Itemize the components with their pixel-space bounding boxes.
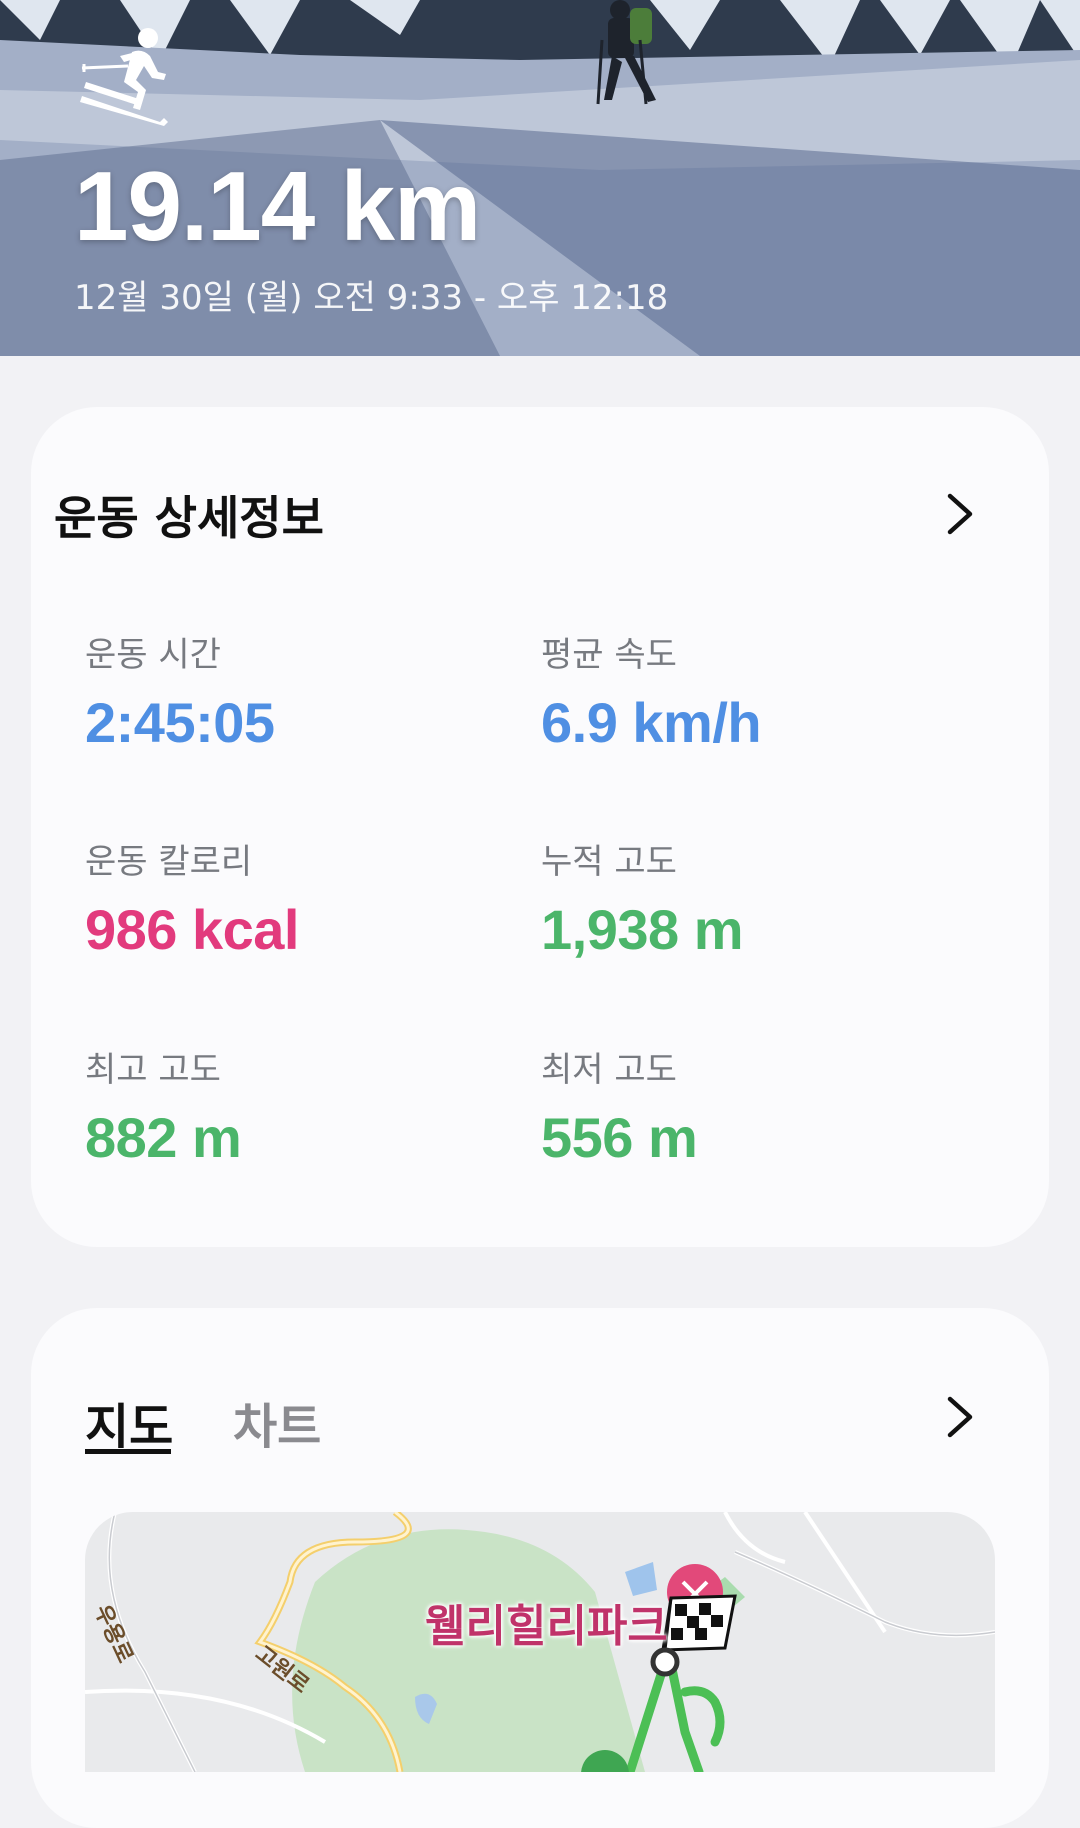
stat-label: 평균 속도 bbox=[541, 635, 677, 675]
chevron-right-icon[interactable] bbox=[940, 490, 980, 538]
finish-flag-icon bbox=[661, 1594, 737, 1652]
stat-min-elevation: 최저 고도 556 m bbox=[541, 1042, 698, 1170]
stat-value: 882 m bbox=[85, 1106, 242, 1169]
stat-label: 누적 고도 bbox=[541, 842, 677, 882]
skier-icon bbox=[80, 28, 168, 126]
stat-max-elevation: 최고 고도 882 m bbox=[85, 1042, 242, 1170]
stat-value: 2:45:05 bbox=[85, 691, 275, 754]
workout-details-title: 운동 상세정보 bbox=[54, 491, 324, 545]
stat-value: 986 kcal bbox=[85, 898, 299, 961]
stat-calories: 운동 칼로리 986 kcal bbox=[85, 834, 299, 962]
stat-label: 최고 고도 bbox=[85, 1050, 221, 1090]
stat-average-speed: 평균 속도 6.9 km/h bbox=[541, 627, 762, 755]
stat-label: 최저 고도 bbox=[541, 1050, 677, 1090]
stat-value: 1,938 m bbox=[541, 898, 744, 961]
hero-banner: 19.14 km 12월 30일 (월) 오전 9:33 - 오후 12:18 bbox=[0, 0, 1080, 356]
tab-map[interactable]: 지도 bbox=[85, 1387, 173, 1457]
workout-date-range: 12월 30일 (월) 오전 9:33 - 오후 12:18 bbox=[74, 278, 669, 318]
stat-label: 운동 시간 bbox=[85, 635, 221, 675]
tab-active-indicator bbox=[85, 1449, 171, 1454]
tab-chart[interactable]: 차트 bbox=[233, 1387, 321, 1457]
stat-value: 6.9 km/h bbox=[541, 691, 762, 754]
route-map[interactable]: 웰리힐리파크 우용로 고원로 bbox=[85, 1512, 995, 1772]
stat-label: 운동 칼로리 bbox=[85, 842, 253, 882]
stat-cumulative-elevation: 누적 고도 1,938 m bbox=[541, 834, 744, 962]
stat-exercise-time: 운동 시간 2:45:05 bbox=[85, 627, 275, 755]
map-place-label: 웰리힐리파크 bbox=[425, 1601, 668, 1652]
total-distance: 19.14 km bbox=[74, 151, 481, 261]
chevron-right-icon[interactable] bbox=[940, 1393, 980, 1441]
stat-value: 556 m bbox=[541, 1106, 698, 1169]
